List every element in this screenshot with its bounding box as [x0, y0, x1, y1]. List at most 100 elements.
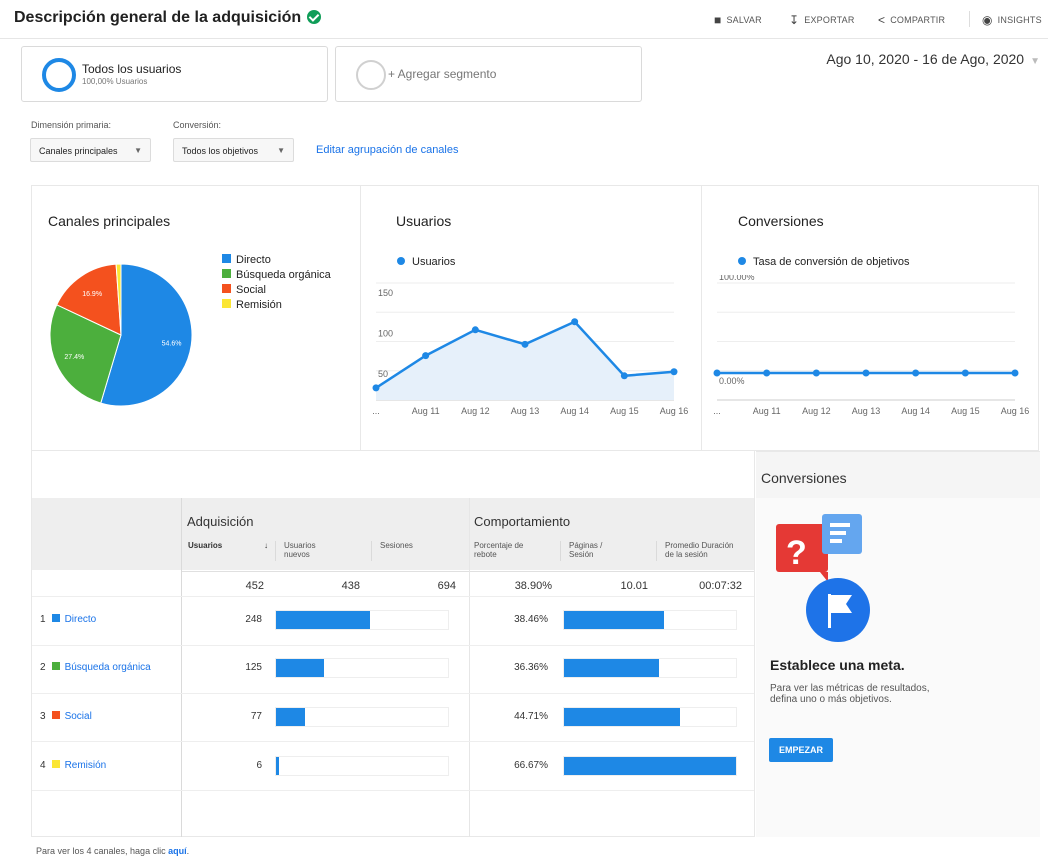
- col-pages-per-session[interactable]: Páginas / Sesión: [569, 541, 629, 559]
- legend-item-directo: Directo: [222, 254, 331, 266]
- segment-title: Todos los usuarios: [82, 62, 182, 76]
- x-tick-label: Aug 11: [753, 406, 781, 416]
- y-tick-label: 100: [378, 328, 393, 338]
- legend-swatch: [222, 269, 231, 278]
- share-icon: <: [878, 13, 886, 27]
- primary-dimension-label: Dimensión primaria:: [31, 120, 112, 130]
- chat-line: [830, 531, 846, 535]
- conversion-label: Conversión:: [173, 120, 222, 130]
- pie-chart-title: Canales principales: [48, 213, 171, 229]
- primary-dimension-select[interactable]: Canales principales ▼: [30, 138, 151, 162]
- panel-divider: [701, 185, 702, 451]
- x-tick-label: Aug 15: [951, 406, 980, 416]
- empty-segment-ring-icon: [356, 60, 386, 90]
- bounce-bar: [563, 756, 737, 776]
- users-share-fill: [276, 611, 371, 629]
- channel-swatch: [51, 614, 60, 622]
- pie-chart: 54.6% 27.4% 16.9%: [49, 263, 193, 407]
- users-share-fill: [276, 757, 280, 775]
- column-divider: [560, 541, 561, 561]
- row-users: 248: [245, 614, 262, 625]
- start-button[interactable]: EMPEZAR: [769, 738, 833, 762]
- add-segment-button[interactable]: + Agregar segmento: [335, 46, 642, 102]
- x-tick-label: ...: [372, 406, 380, 416]
- row-bounce-rate: 66.67%: [514, 760, 548, 771]
- x-tick-label: Aug 12: [461, 406, 490, 416]
- bounce-bar: [563, 658, 737, 678]
- page-title: Descripción general de la adquisición: [14, 9, 322, 27]
- table-row[interactable]: 2 Búsqueda orgánica: [40, 662, 151, 673]
- x-tick-label: ...: [713, 406, 721, 416]
- legend-dot: [397, 257, 405, 265]
- x-tick-label: Aug 11: [412, 406, 440, 416]
- users-share-fill: [276, 708, 306, 726]
- legend-swatch: [222, 254, 231, 263]
- save-icon: ■: [714, 13, 722, 27]
- view-all-channels-link[interactable]: aquí: [168, 846, 187, 856]
- date-range-picker[interactable]: Ago 10, 2020 - 16 de Ago, 2020 ▼: [826, 51, 1040, 67]
- add-segment-label: + Agregar segmento: [388, 67, 497, 81]
- chevron-down-icon: ▼: [277, 146, 285, 155]
- pie-legend: Directo Búsqueda orgánica Social Remisió…: [222, 254, 331, 311]
- users-legend: Usuarios: [397, 256, 455, 268]
- data-point: [471, 326, 479, 334]
- data-point: [620, 372, 628, 380]
- col-avg-session-duration[interactable]: Promedio Duración de la sesión: [665, 541, 735, 559]
- save-button[interactable]: ■ SALVAR: [714, 13, 762, 27]
- data-point: [670, 368, 678, 376]
- segment-ring-icon: [42, 58, 76, 92]
- segment-subtitle: 100,00% Usuarios: [82, 77, 148, 86]
- col-bounce-rate[interactable]: Porcentaje de rebote: [474, 541, 544, 559]
- x-tick-label: Aug 16: [1001, 406, 1030, 416]
- bounce-bar: [563, 610, 737, 630]
- col-users[interactable]: Usuarios ↓: [188, 541, 268, 550]
- x-tick-label: Aug 12: [802, 406, 831, 416]
- bounce-fill: [564, 611, 665, 629]
- row-users: 125: [245, 662, 262, 673]
- row-divider: [32, 645, 754, 646]
- insights-button[interactable]: ◉ INSIGHTS: [982, 13, 1042, 27]
- insights-icon: ◉: [982, 13, 993, 27]
- legend-item-remision: Remisión: [222, 299, 331, 311]
- conversion-select[interactable]: Todos los objetivos ▼: [173, 138, 294, 162]
- chevron-down-icon: ▼: [134, 146, 142, 155]
- data-point: [521, 340, 529, 348]
- column-divider: [371, 541, 372, 561]
- goal-description: Para ver las métricas de resultados, def…: [770, 683, 930, 705]
- bounce-fill: [564, 708, 681, 726]
- group-behavior: Comportamiento: [474, 514, 571, 529]
- table-row[interactable]: 3 Social: [40, 711, 92, 722]
- conversions-line-chart: ... Aug 11 Aug 12 Aug 13 Aug 14 Aug 15 Aug 16 1…: [713, 275, 1030, 416]
- row-divider: [32, 693, 754, 694]
- export-button[interactable]: ↧ EXPORTAR: [789, 13, 855, 27]
- col-sessions[interactable]: Sesiones: [380, 541, 440, 550]
- col-new-users[interactable]: Usuarios nuevos: [284, 541, 334, 559]
- total-new-users: 438: [341, 580, 360, 592]
- data-point: [862, 369, 870, 377]
- users-share-bar: [275, 658, 449, 678]
- y-tick-label: 50: [378, 369, 388, 379]
- total-users: 452: [245, 580, 264, 592]
- sort-down-icon: ↓: [264, 541, 268, 550]
- goal-title: Establece una meta.: [770, 657, 905, 673]
- report-header: Descripción general de la adquisición ■ S…: [0, 0, 1048, 39]
- pie-slice-label: 16.9%: [82, 291, 102, 298]
- segment-all-users[interactable]: Todos los usuarios 100,00% Usuarios: [21, 46, 328, 102]
- row-users: 6: [256, 760, 262, 771]
- table-row[interactable]: 1 Directo: [40, 614, 96, 625]
- conversions-legend: Tasa de conversión de objetivos: [738, 256, 910, 268]
- share-button[interactable]: < COMPARTIR: [878, 13, 945, 27]
- edit-channel-grouping-link[interactable]: Editar agrupación de canales: [316, 144, 458, 156]
- y-tick-label: 100.00%: [719, 275, 755, 282]
- row-divider: [32, 596, 754, 597]
- legend-dot: [738, 257, 746, 265]
- data-point: [422, 352, 430, 360]
- table-header: [32, 498, 754, 570]
- column-divider: [181, 498, 182, 837]
- pie-slice-label: 54.6%: [162, 340, 182, 347]
- table-row[interactable]: 4 Remisión: [40, 760, 106, 771]
- channel-swatch: [51, 760, 60, 768]
- data-point: [571, 318, 579, 326]
- group-acquisition: Adquisición: [187, 514, 254, 529]
- total-sessions: 694: [437, 580, 456, 592]
